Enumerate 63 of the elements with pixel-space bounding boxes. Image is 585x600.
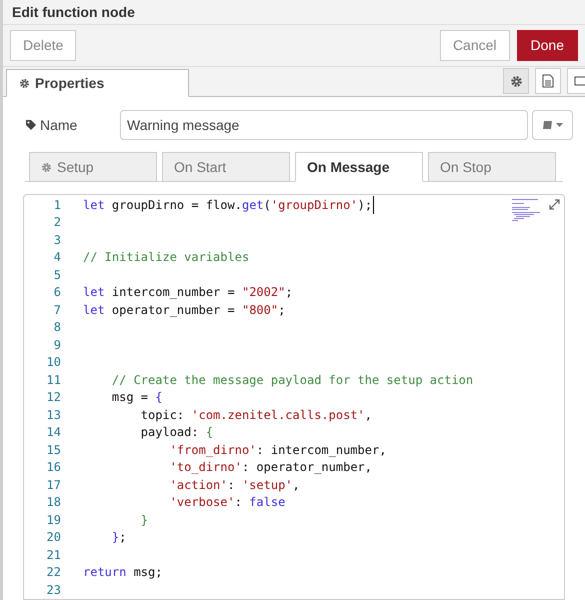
tag-icon xyxy=(25,119,37,131)
done-button[interactable]: Done xyxy=(516,30,578,61)
name-label: Name xyxy=(40,116,78,134)
line-number: 14 xyxy=(46,424,61,442)
cancel-button[interactable]: Cancel xyxy=(440,30,510,61)
line-number: 3 xyxy=(52,232,61,249)
code-line: }; xyxy=(110,529,126,546)
document-icon xyxy=(542,74,554,88)
name-input[interactable]: Warning message xyxy=(120,110,528,140)
code-line: // Initialize variables xyxy=(83,249,250,266)
line-number: 21 xyxy=(46,546,61,564)
code-line: let intercom_number = "2002"; xyxy=(83,284,293,302)
icon-picker-button[interactable] xyxy=(532,110,573,140)
code-line: 'from_dirno': intercom_number, xyxy=(168,442,386,459)
line-number: 10 xyxy=(46,354,61,372)
code-line: payload: { xyxy=(140,424,214,442)
code-line: let groupDirno = flow.get('groupDirno'); xyxy=(83,196,374,214)
line-number: 22 xyxy=(46,564,61,582)
line-number: 23 xyxy=(46,582,61,599)
editor-tab[interactable]: On Message xyxy=(295,152,423,182)
caret-icon xyxy=(556,123,563,127)
line-number: 9 xyxy=(52,336,61,354)
code-line: return msg; xyxy=(83,564,162,582)
gear-icon xyxy=(19,78,30,88)
book-icon xyxy=(542,120,553,130)
line-number: 1 xyxy=(52,196,61,214)
line-number: 2 xyxy=(52,214,61,232)
frame-icon xyxy=(573,74,585,88)
settings-button[interactable] xyxy=(503,68,529,94)
line-number: 5 xyxy=(52,266,61,284)
line-number: 7 xyxy=(52,302,61,319)
line-number: 4 xyxy=(52,249,61,266)
code-line: 'to_dirno': operator_number, xyxy=(168,459,372,476)
code-line: msg = { xyxy=(110,389,162,406)
description-button[interactable] xyxy=(535,68,561,94)
editor-tab[interactable]: Setup xyxy=(29,152,157,182)
line-number: 11 xyxy=(46,372,61,389)
settings-icon xyxy=(510,74,522,88)
code-line: // Create the message payload for the setup action xyxy=(110,372,474,389)
code-line: 'action': 'setup', xyxy=(168,476,300,494)
code-line: topic: 'com.zenitel.calls.post', xyxy=(140,406,372,424)
dialog-title: Edit function node xyxy=(12,2,135,22)
minimap-drawing xyxy=(512,199,540,221)
gear-icon xyxy=(41,162,52,172)
line-number: 12 xyxy=(46,389,61,406)
code-line: let operator_number = "800"; xyxy=(83,302,286,319)
delete-button[interactable]: Delete xyxy=(10,30,76,61)
line-number: 19 xyxy=(46,512,61,529)
properties-tab[interactable]: Properties xyxy=(6,69,189,97)
line-number: 17 xyxy=(46,476,61,494)
expand-icon[interactable] xyxy=(549,199,560,210)
line-number: 15 xyxy=(46,442,61,459)
editor-tab[interactable]: On Start xyxy=(162,152,290,182)
line-number: 6 xyxy=(52,284,61,302)
editor-tab[interactable]: On Stop xyxy=(428,152,556,182)
line-number: 18 xyxy=(46,494,61,512)
line-number: 16 xyxy=(46,459,61,476)
appearance-button[interactable] xyxy=(567,68,585,94)
line-number: 13 xyxy=(46,406,61,424)
line-number: 8 xyxy=(52,319,61,336)
code-line: } xyxy=(140,512,148,529)
line-number: 20 xyxy=(46,529,61,546)
code-line: 'verbose': false xyxy=(168,494,286,512)
